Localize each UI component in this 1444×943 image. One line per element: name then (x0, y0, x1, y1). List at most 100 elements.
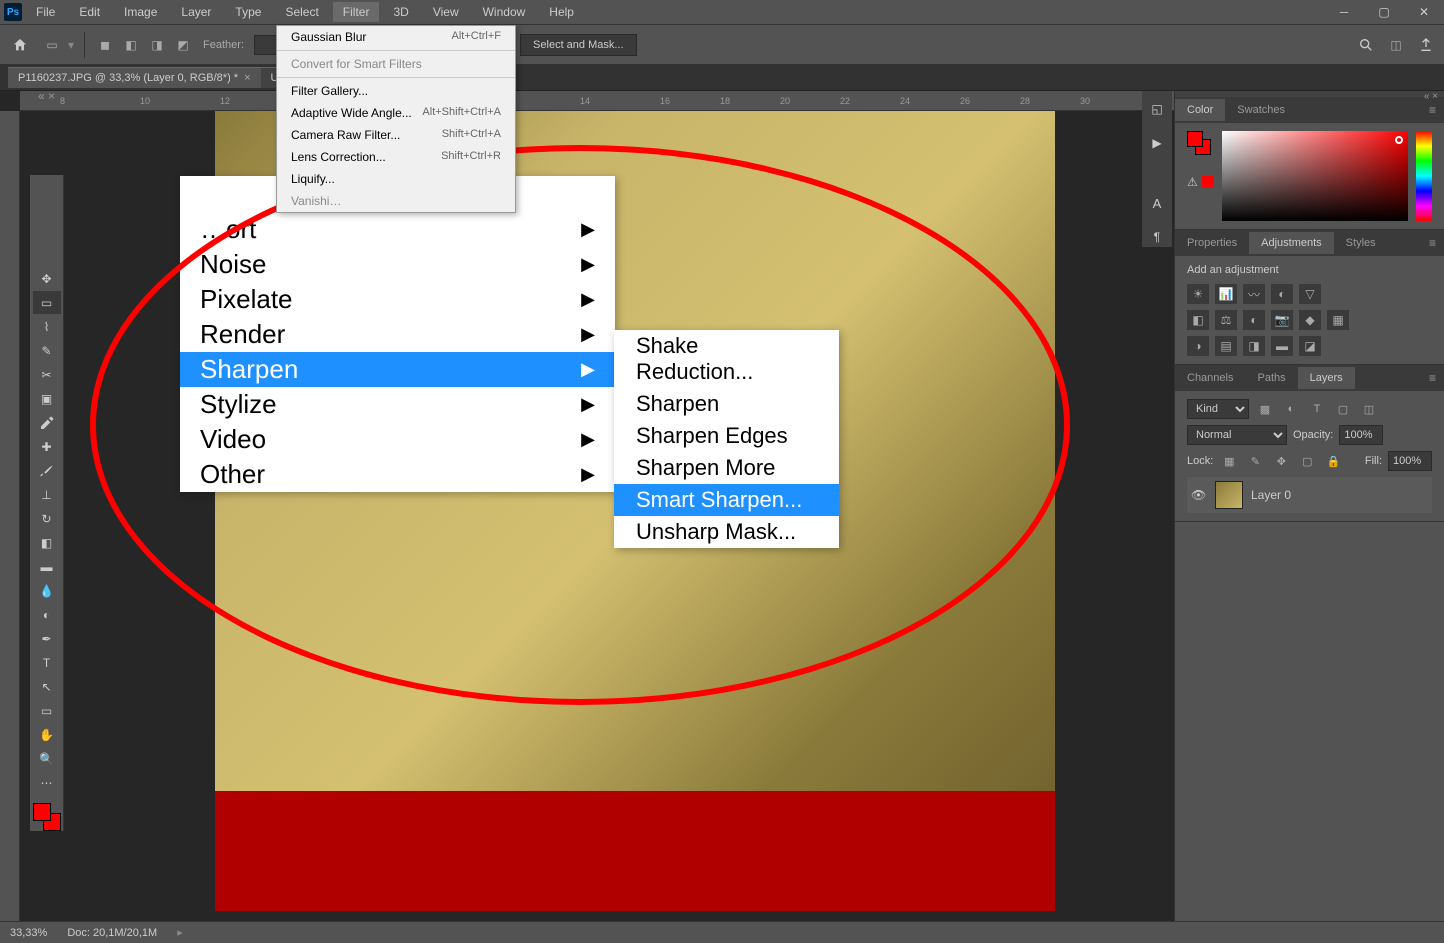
tab-properties[interactable]: Properties (1175, 232, 1249, 254)
colorbalance-icon[interactable]: ⚖ (1215, 310, 1237, 330)
character-icon[interactable]: A (1147, 193, 1167, 213)
levels-icon[interactable]: 📊 (1215, 284, 1237, 304)
paragraph-icon[interactable]: ¶ (1147, 227, 1167, 247)
play-icon[interactable]: ▶ (1147, 133, 1167, 153)
tab-color[interactable]: Color (1175, 99, 1225, 121)
filter-cat-pixelate[interactable]: Pixelate▶ (180, 282, 615, 317)
filter-liquify[interactable]: Liquify... (277, 168, 515, 190)
filter-pixel-icon[interactable]: ▩ (1255, 399, 1275, 419)
filter-smart-icon[interactable]: ◫ (1359, 399, 1379, 419)
fill-input[interactable] (1388, 451, 1432, 471)
stamp-tool[interactable]: ⊥ (33, 483, 61, 506)
opacity-input[interactable] (1339, 425, 1383, 445)
tab-adjustments[interactable]: Adjustments (1249, 232, 1334, 254)
tab-styles[interactable]: Styles (1334, 232, 1388, 254)
history-brush-tool[interactable]: ↻ (33, 507, 61, 530)
sharpen-shake-reduction[interactable]: Shake Reduction... (614, 330, 839, 388)
close-button[interactable]: ✕ (1408, 2, 1440, 22)
rectangle-tool[interactable]: ▭ (33, 699, 61, 722)
filter-type-icon[interactable]: T (1307, 399, 1327, 419)
share-icon[interactable] (1416, 35, 1436, 55)
filter-gaussian-blur[interactable]: Gaussian BlurAlt+Ctrl+F (277, 26, 515, 48)
maximize-button[interactable]: ▢ (1368, 2, 1400, 22)
more-tools[interactable]: ⋯ (33, 771, 61, 794)
color-field[interactable] (1222, 131, 1408, 221)
menu-layer[interactable]: Layer (171, 2, 221, 22)
workspace-icon[interactable]: ◫ (1386, 35, 1406, 55)
panel-menu-icon[interactable]: ≡ (1421, 103, 1444, 117)
select-and-mask-button[interactable]: Select and Mask... (520, 34, 637, 56)
lock-all-icon[interactable]: 🔒 (1323, 451, 1343, 471)
posterize-icon[interactable]: ▤ (1215, 336, 1237, 356)
filter-adjust-icon[interactable]: ◐ (1281, 399, 1301, 419)
filter-cat-video[interactable]: Video▶ (180, 422, 615, 457)
menu-edit[interactable]: Edit (69, 2, 110, 22)
menu-window[interactable]: Window (473, 2, 536, 22)
photo-filter-icon[interactable]: 📷 (1271, 310, 1293, 330)
lookup-icon[interactable]: ▦ (1327, 310, 1349, 330)
tab-channels[interactable]: Channels (1175, 367, 1245, 389)
filter-camera-raw[interactable]: Camera Raw Filter...Shift+Ctrl+A (277, 124, 515, 146)
selective-color-icon[interactable]: ◪ (1299, 336, 1321, 356)
marquee-tool-icon[interactable]: ▭ (42, 35, 62, 55)
healing-tool[interactable]: ✚ (33, 435, 61, 458)
lasso-tool[interactable]: ⌇ (33, 315, 61, 338)
crop-tool[interactable]: ✂ (33, 363, 61, 386)
gradient-tool[interactable]: ▬ (33, 555, 61, 578)
marquee-tool[interactable]: ▭ (33, 291, 61, 314)
tab-paths[interactable]: Paths (1245, 367, 1297, 389)
brush-tool[interactable] (33, 459, 61, 482)
close-icon[interactable]: × (244, 72, 250, 84)
tab-layers[interactable]: Layers (1298, 367, 1355, 389)
zoom-tool[interactable]: 🔍 (33, 747, 61, 770)
color-swatch[interactable] (33, 803, 61, 831)
panel-menu-icon[interactable]: ≡ (1421, 371, 1444, 385)
menu-file[interactable]: File (26, 2, 65, 22)
selection-subtract-icon[interactable]: ◨ (147, 35, 167, 55)
zoom-level[interactable]: 33,33% (10, 927, 47, 939)
frame-tool[interactable]: ▣ (33, 387, 61, 410)
path-select-tool[interactable]: ↖ (33, 675, 61, 698)
bw-icon[interactable]: ◐ (1243, 310, 1265, 330)
hue-slider[interactable] (1416, 131, 1432, 221)
sharpen-sharpen[interactable]: Sharpen (614, 388, 839, 420)
layer-kind-select[interactable]: Kind (1187, 399, 1249, 419)
sharpen-unsharp-mask[interactable]: Unsharp Mask... (614, 516, 839, 548)
home-icon[interactable] (8, 33, 32, 57)
tab-swatches[interactable]: Swatches (1225, 99, 1297, 121)
curves-icon[interactable]: 〰 (1243, 284, 1265, 304)
filter-lens-correction[interactable]: Lens Correction...Shift+Ctrl+R (277, 146, 515, 168)
sharpen-smart-sharpen[interactable]: Smart Sharpen... (614, 484, 839, 516)
filter-adaptive[interactable]: Adaptive Wide Angle...Alt+Shift+Ctrl+A (277, 102, 515, 124)
vibrance-icon[interactable]: ▽ (1299, 284, 1321, 304)
menu-help[interactable]: Help (539, 2, 584, 22)
blend-mode-select[interactable]: Normal (1187, 425, 1287, 445)
layer-row[interactable]: 👁 Layer 0 (1187, 477, 1432, 513)
sharpen-edges[interactable]: Sharpen Edges (614, 420, 839, 452)
visibility-icon[interactable]: 👁 (1191, 488, 1207, 502)
panel-menu-icon[interactable]: ≡ (1421, 236, 1444, 250)
lock-trans-icon[interactable]: ▦ (1219, 451, 1239, 471)
gradient-map-icon[interactable]: ▬ (1271, 336, 1293, 356)
invert-icon[interactable]: ◑ (1187, 336, 1209, 356)
selection-new-icon[interactable]: ◼ (95, 35, 115, 55)
menu-3d[interactable]: 3D (383, 2, 418, 22)
sharpen-more[interactable]: Sharpen More (614, 452, 839, 484)
menu-select[interactable]: Select (275, 2, 328, 22)
menu-filter[interactable]: Filter (333, 2, 380, 22)
minimize-button[interactable]: ─ (1328, 2, 1360, 22)
menu-type[interactable]: Type (225, 2, 271, 22)
eyedropper-tool[interactable] (33, 411, 61, 434)
hand-tool[interactable]: ✋ (33, 723, 61, 746)
dodge-tool[interactable]: ◐ (33, 603, 61, 626)
type-tool[interactable]: T (33, 651, 61, 674)
exposure-icon[interactable]: ◐ (1271, 284, 1293, 304)
foreground-color[interactable] (33, 803, 51, 821)
filter-cat-stylize[interactable]: Stylize▶ (180, 387, 615, 422)
filter-shape-icon[interactable]: ▢ (1333, 399, 1353, 419)
hue-icon[interactable]: ◧ (1187, 310, 1209, 330)
pen-tool[interactable]: ✒ (33, 627, 61, 650)
filter-vanishing[interactable]: Vanishi… (277, 190, 515, 212)
lock-paint-icon[interactable]: ✎ (1245, 451, 1265, 471)
brightness-icon[interactable]: ☀ (1187, 284, 1209, 304)
